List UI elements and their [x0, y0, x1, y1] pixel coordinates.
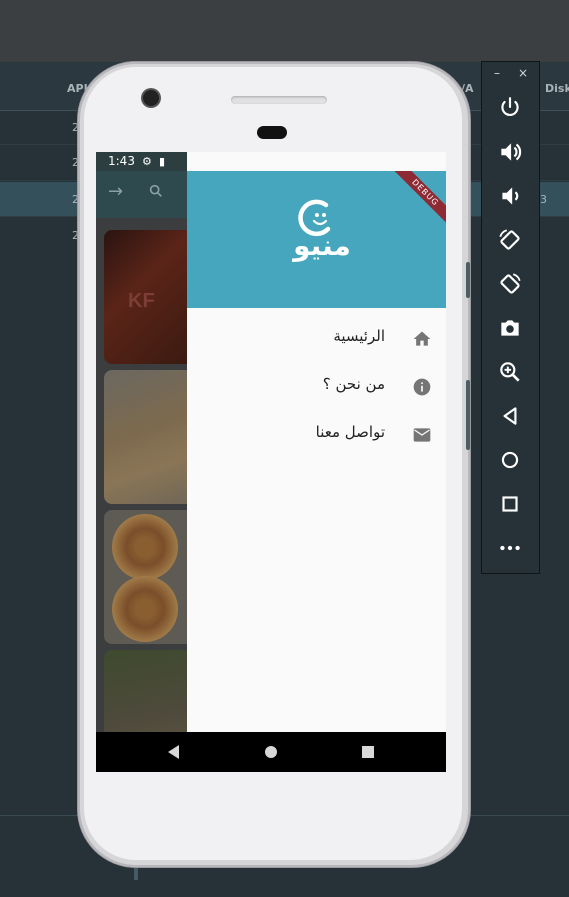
frame-side-button [466, 262, 470, 298]
android-nav-bar [96, 732, 446, 772]
drawer-item-label: تواصل معنا [315, 423, 385, 441]
emulator-title-bar: – × [482, 62, 539, 88]
home-button[interactable] [497, 447, 523, 473]
front-camera [143, 90, 159, 106]
nav-recents-button[interactable] [362, 746, 374, 758]
more-icon [500, 545, 520, 551]
drawer-item-home[interactable]: الرئيسية [187, 315, 446, 363]
restaurant-card: KF [104, 230, 194, 364]
arrow-forward-icon: → [108, 181, 124, 202]
zoom-icon [500, 362, 520, 382]
nav-home-button[interactable] [265, 746, 277, 758]
volume-down-button[interactable] [497, 183, 523, 209]
back-button[interactable] [497, 403, 523, 429]
rotate-right-button[interactable] [497, 271, 523, 297]
power-button[interactable] [497, 95, 523, 121]
power-icon [501, 97, 519, 117]
home-icon [413, 331, 431, 346]
zoom-button[interactable] [497, 359, 523, 385]
back-icon [503, 407, 517, 425]
screenshot-button[interactable] [497, 315, 523, 341]
restaurant-card [104, 510, 194, 644]
more-button[interactable] [497, 535, 523, 561]
search-icon [148, 183, 164, 203]
email-icon [413, 428, 431, 442]
earpiece [257, 126, 287, 139]
camera-icon [501, 320, 519, 336]
drawer-item-about[interactable]: من نحن ؟ [187, 363, 446, 411]
ide-toolbar [0, 0, 569, 62]
drawer-item-contact[interactable]: تواصل معنا [187, 411, 446, 459]
drawer-item-label: من نحن ؟ [322, 375, 385, 393]
restaurant-card [104, 370, 194, 504]
card-brand-text: KF [128, 290, 155, 312]
app-logo-text: منيو [293, 229, 351, 262]
rotate-left-button[interactable] [497, 227, 523, 253]
close-button[interactable]: × [518, 66, 528, 80]
volume-up-button[interactable] [497, 139, 523, 165]
drawer-item-label: الرئيسية [333, 327, 385, 345]
navigation-drawer[interactable]: منيو DEBUG الرئيسية من نحن ؟ تواصل معنا [187, 152, 446, 732]
device-screen[interactable]: 1:43 ⚙ ▮ ▼ ▮ → KF من [96, 152, 446, 772]
overview-button[interactable] [497, 491, 523, 517]
minimize-button[interactable]: – [494, 66, 500, 80]
settings-status-icon: ⚙ [142, 155, 152, 168]
speaker-grille [231, 96, 327, 104]
status-time: 1:43 [108, 154, 135, 168]
rotate-left-icon [499, 229, 520, 250]
overview-icon [502, 496, 518, 512]
background-app: → KF [96, 171, 194, 772]
home-icon [501, 451, 519, 469]
sd-card-status-icon: ▮ [159, 155, 166, 168]
debug-banner: DEBUG [386, 171, 446, 231]
background-app-toolbar: → [96, 171, 187, 218]
nav-back-button[interactable] [168, 745, 179, 759]
row-extra-value: 3 [540, 193, 547, 206]
frame-side-button [466, 380, 470, 450]
rotate-right-icon [500, 273, 521, 294]
emulator-controls-panel: – × [481, 61, 540, 574]
column-header-disk[interactable]: Disk [545, 82, 569, 95]
info-icon [413, 378, 431, 396]
volume-down-icon [502, 187, 519, 205]
volume-up-icon [501, 143, 522, 161]
